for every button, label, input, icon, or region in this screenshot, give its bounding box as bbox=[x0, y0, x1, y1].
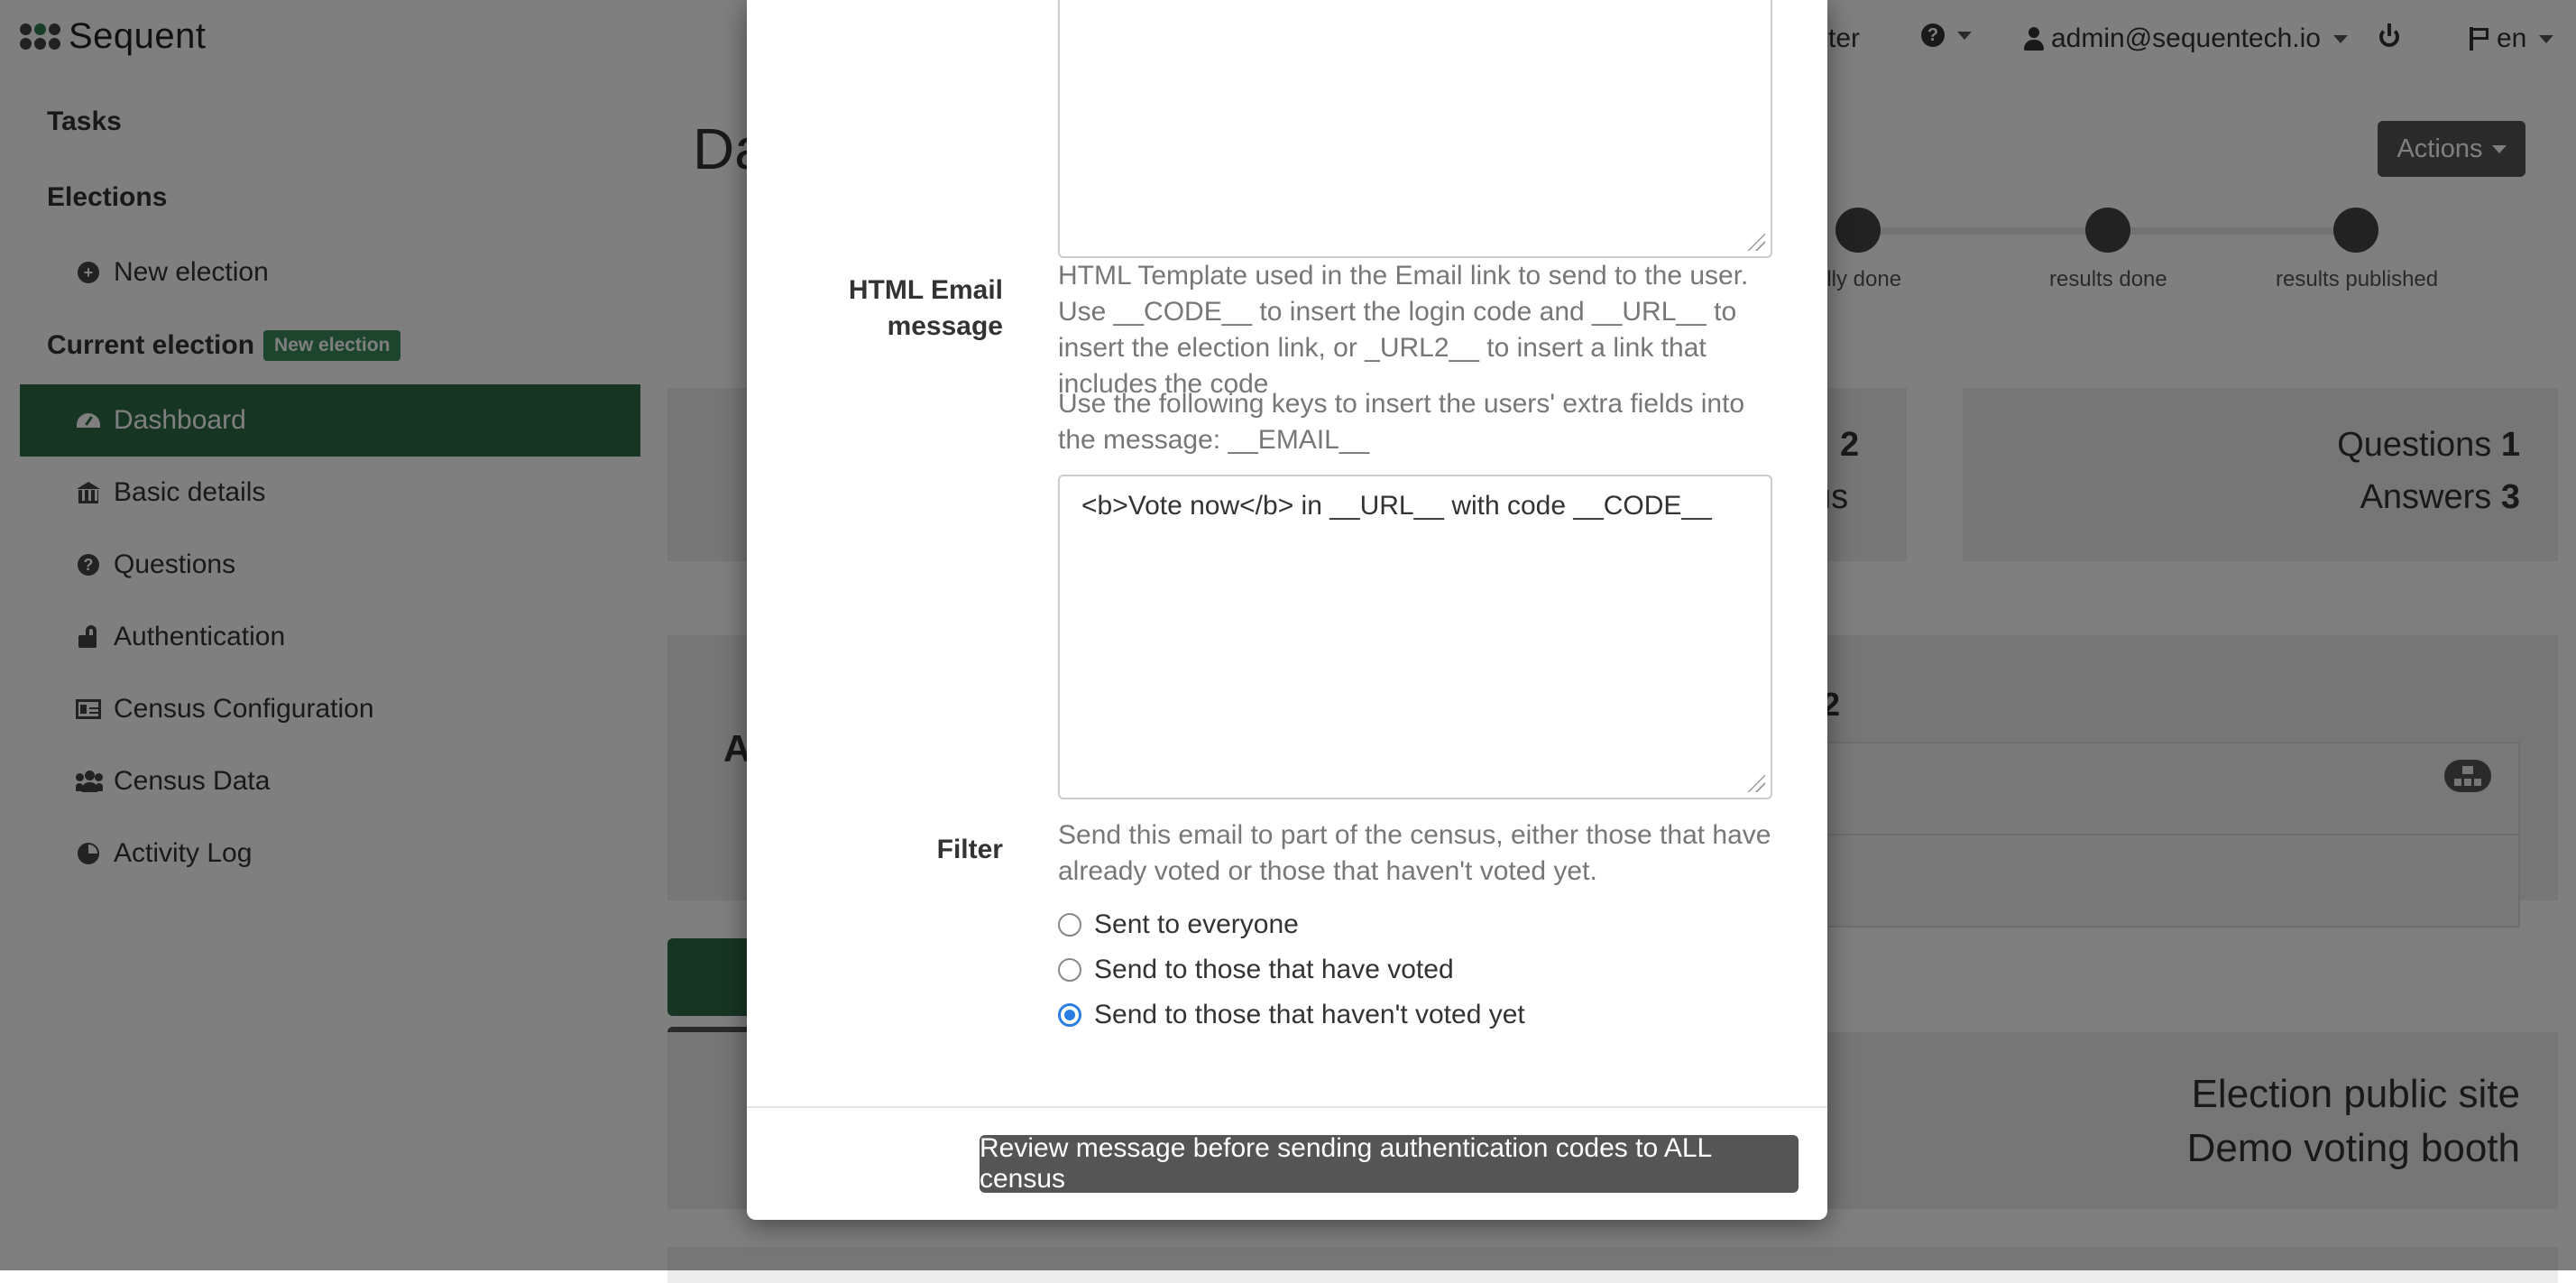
plain-text-message-textarea[interactable] bbox=[1058, 0, 1772, 258]
html-template-help: HTML Template used in the Email link to … bbox=[1058, 261, 1749, 399]
html-message-textarea[interactable]: <b>Vote now</b> in __URL__ with code __C… bbox=[1058, 475, 1772, 799]
html-message-value: <b>Vote now</b> in __URL__ with code __C… bbox=[1081, 491, 1712, 521]
radio-button-selected[interactable] bbox=[1058, 1003, 1081, 1027]
resize-grip-icon[interactable] bbox=[1745, 772, 1765, 792]
radio-label: Send to those that haven't voted yet bbox=[1094, 1000, 1525, 1029]
filter-label: Filter bbox=[936, 835, 1003, 864]
radio-button[interactable] bbox=[1058, 958, 1081, 982]
review-message-button[interactable]: Review message before sending authentica… bbox=[980, 1133, 1799, 1194]
html-email-label: HTML Email message bbox=[848, 275, 1003, 341]
radio-send-to-not-voted[interactable]: Send to those that haven't voted yet bbox=[1058, 1000, 1525, 1030]
radio-sent-to-everyone[interactable]: Sent to everyone bbox=[1058, 909, 1299, 940]
radio-send-to-voted[interactable]: Send to those that have voted bbox=[1058, 955, 1454, 985]
modal-footer-divider bbox=[747, 1106, 1827, 1108]
resize-grip-icon[interactable] bbox=[1745, 231, 1765, 251]
filter-help: Send this email to part of the census, e… bbox=[1058, 820, 1771, 886]
radio-label: Sent to everyone bbox=[1094, 909, 1299, 939]
extra-fields-help: Use the following keys to insert the use… bbox=[1058, 389, 1745, 455]
radio-label: Send to those that have voted bbox=[1094, 955, 1454, 984]
radio-button[interactable] bbox=[1058, 913, 1081, 937]
